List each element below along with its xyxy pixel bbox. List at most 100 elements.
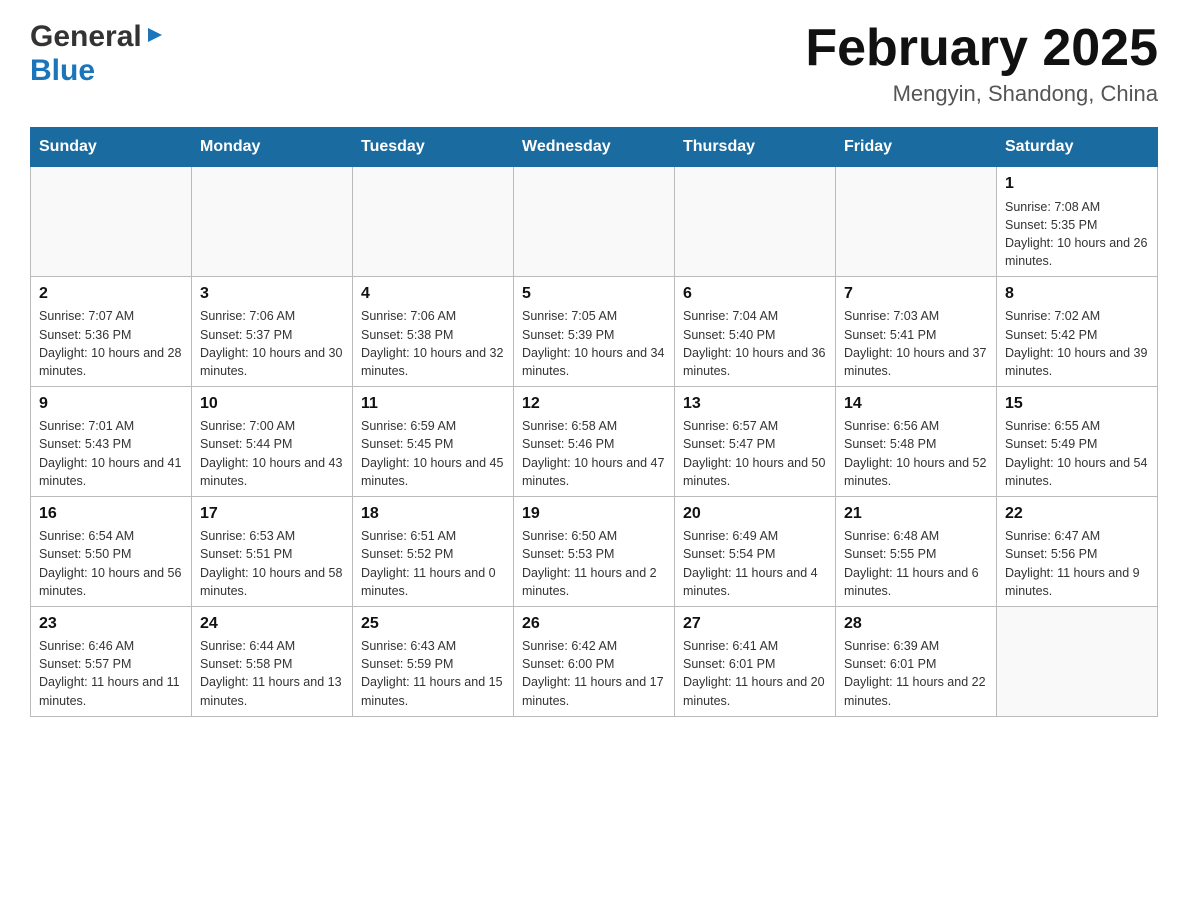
calendar-cell: 19Sunrise: 6:50 AM Sunset: 5:53 PM Dayli… [514, 496, 675, 606]
calendar-cell: 12Sunrise: 6:58 AM Sunset: 5:46 PM Dayli… [514, 386, 675, 496]
calendar-cell: 27Sunrise: 6:41 AM Sunset: 6:01 PM Dayli… [675, 606, 836, 716]
day-number: 13 [683, 393, 827, 415]
day-info: Sunrise: 6:44 AM Sunset: 5:58 PM Dayligh… [200, 637, 344, 710]
calendar-cell: 8Sunrise: 7:02 AM Sunset: 5:42 PM Daylig… [997, 277, 1158, 387]
day-number: 21 [844, 503, 988, 525]
day-info: Sunrise: 7:06 AM Sunset: 5:37 PM Dayligh… [200, 307, 344, 380]
day-info: Sunrise: 6:51 AM Sunset: 5:52 PM Dayligh… [361, 527, 505, 600]
calendar-cell: 6Sunrise: 7:04 AM Sunset: 5:40 PM Daylig… [675, 277, 836, 387]
day-info: Sunrise: 6:49 AM Sunset: 5:54 PM Dayligh… [683, 527, 827, 600]
location-text: Mengyin, Shandong, China [805, 81, 1158, 107]
calendar-cell [353, 167, 514, 277]
calendar-week-row: 1 Sunrise: 7:08 AM Sunset: 5:35 PM Daylig… [31, 167, 1158, 277]
calendar-cell: 2Sunrise: 7:07 AM Sunset: 5:36 PM Daylig… [31, 277, 192, 387]
calendar-cell: 26Sunrise: 6:42 AM Sunset: 6:00 PM Dayli… [514, 606, 675, 716]
day-info: Sunrise: 6:54 AM Sunset: 5:50 PM Dayligh… [39, 527, 183, 600]
day-info: Sunrise: 6:50 AM Sunset: 5:53 PM Dayligh… [522, 527, 666, 600]
calendar-cell: 10Sunrise: 7:00 AM Sunset: 5:44 PM Dayli… [192, 386, 353, 496]
day-info: Sunrise: 7:03 AM Sunset: 5:41 PM Dayligh… [844, 307, 988, 380]
day-number: 2 [39, 283, 183, 305]
day-info: Sunrise: 7:01 AM Sunset: 5:43 PM Dayligh… [39, 417, 183, 490]
day-info: Sunrise: 6:53 AM Sunset: 5:51 PM Dayligh… [200, 527, 344, 600]
day-info: Sunrise: 7:04 AM Sunset: 5:40 PM Dayligh… [683, 307, 827, 380]
day-info: Sunrise: 6:57 AM Sunset: 5:47 PM Dayligh… [683, 417, 827, 490]
day-info: Sunrise: 7:05 AM Sunset: 5:39 PM Dayligh… [522, 307, 666, 380]
calendar-cell: 22Sunrise: 6:47 AM Sunset: 5:56 PM Dayli… [997, 496, 1158, 606]
calendar-cell: 24Sunrise: 6:44 AM Sunset: 5:58 PM Dayli… [192, 606, 353, 716]
day-info: Sunrise: 6:43 AM Sunset: 5:59 PM Dayligh… [361, 637, 505, 710]
day-info: Sunrise: 6:55 AM Sunset: 5:49 PM Dayligh… [1005, 417, 1149, 490]
day-header-friday: Friday [836, 128, 997, 167]
day-number: 28 [844, 613, 988, 635]
day-info: Sunrise: 6:56 AM Sunset: 5:48 PM Dayligh… [844, 417, 988, 490]
calendar-cell: 16Sunrise: 6:54 AM Sunset: 5:50 PM Dayli… [31, 496, 192, 606]
calendar-cell [675, 167, 836, 277]
calendar-cell: 23Sunrise: 6:46 AM Sunset: 5:57 PM Dayli… [31, 606, 192, 716]
day-number: 10 [200, 393, 344, 415]
day-number: 7 [844, 283, 988, 305]
day-number: 16 [39, 503, 183, 525]
calendar-cell: 15Sunrise: 6:55 AM Sunset: 5:49 PM Dayli… [997, 386, 1158, 496]
day-number: 15 [1005, 393, 1149, 415]
day-header-wednesday: Wednesday [514, 128, 675, 167]
day-info: Sunrise: 6:41 AM Sunset: 6:01 PM Dayligh… [683, 637, 827, 710]
day-number: 8 [1005, 283, 1149, 305]
calendar-body: 1 Sunrise: 7:08 AM Sunset: 5:35 PM Daylig… [31, 167, 1158, 716]
day-number: 11 [361, 393, 505, 415]
day-number: 5 [522, 283, 666, 305]
calendar-cell: 4Sunrise: 7:06 AM Sunset: 5:38 PM Daylig… [353, 277, 514, 387]
calendar-cell: 13Sunrise: 6:57 AM Sunset: 5:47 PM Dayli… [675, 386, 836, 496]
day-headers-row: SundayMondayTuesdayWednesdayThursdayFrid… [31, 128, 1158, 167]
day-header-saturday: Saturday [997, 128, 1158, 167]
day-info: Sunrise: 7:02 AM Sunset: 5:42 PM Dayligh… [1005, 307, 1149, 380]
day-info: Sunrise: 7:08 AM Sunset: 5:35 PM Dayligh… [1005, 198, 1149, 271]
calendar-week-row: 16Sunrise: 6:54 AM Sunset: 5:50 PM Dayli… [31, 496, 1158, 606]
day-info: Sunrise: 6:58 AM Sunset: 5:46 PM Dayligh… [522, 417, 666, 490]
day-header-sunday: Sunday [31, 128, 192, 167]
calendar-cell: 20Sunrise: 6:49 AM Sunset: 5:54 PM Dayli… [675, 496, 836, 606]
logo-triangle-icon [144, 24, 166, 51]
calendar-table: SundayMondayTuesdayWednesdayThursdayFrid… [30, 127, 1158, 716]
day-number: 27 [683, 613, 827, 635]
calendar-cell: 3Sunrise: 7:06 AM Sunset: 5:37 PM Daylig… [192, 277, 353, 387]
calendar-cell: 14Sunrise: 6:56 AM Sunset: 5:48 PM Dayli… [836, 386, 997, 496]
calendar-week-row: 2Sunrise: 7:07 AM Sunset: 5:36 PM Daylig… [31, 277, 1158, 387]
day-number: 22 [1005, 503, 1149, 525]
day-number: 14 [844, 393, 988, 415]
calendar-cell: 9Sunrise: 7:01 AM Sunset: 5:43 PM Daylig… [31, 386, 192, 496]
day-number: 17 [200, 503, 344, 525]
day-number: 25 [361, 613, 505, 635]
calendar-cell: 18Sunrise: 6:51 AM Sunset: 5:52 PM Dayli… [353, 496, 514, 606]
calendar-header: SundayMondayTuesdayWednesdayThursdayFrid… [31, 128, 1158, 167]
calendar-cell: 7Sunrise: 7:03 AM Sunset: 5:41 PM Daylig… [836, 277, 997, 387]
calendar-cell: 25Sunrise: 6:43 AM Sunset: 5:59 PM Dayli… [353, 606, 514, 716]
day-number: 24 [200, 613, 344, 635]
calendar-week-row: 9Sunrise: 7:01 AM Sunset: 5:43 PM Daylig… [31, 386, 1158, 496]
day-number: 20 [683, 503, 827, 525]
day-info: Sunrise: 7:07 AM Sunset: 5:36 PM Dayligh… [39, 307, 183, 380]
calendar-cell: 5Sunrise: 7:05 AM Sunset: 5:39 PM Daylig… [514, 277, 675, 387]
calendar-week-row: 23Sunrise: 6:46 AM Sunset: 5:57 PM Dayli… [31, 606, 1158, 716]
day-number: 18 [361, 503, 505, 525]
calendar-cell [514, 167, 675, 277]
day-info: Sunrise: 6:48 AM Sunset: 5:55 PM Dayligh… [844, 527, 988, 600]
logo-general-text: General [30, 20, 142, 54]
logo: General Blue [30, 20, 166, 88]
day-number: 4 [361, 283, 505, 305]
day-info: Sunrise: 6:46 AM Sunset: 5:57 PM Dayligh… [39, 637, 183, 710]
day-number: 1 [1005, 173, 1149, 195]
calendar-cell [836, 167, 997, 277]
day-info: Sunrise: 7:00 AM Sunset: 5:44 PM Dayligh… [200, 417, 344, 490]
day-header-tuesday: Tuesday [353, 128, 514, 167]
calendar-cell: 28Sunrise: 6:39 AM Sunset: 6:01 PM Dayli… [836, 606, 997, 716]
calendar-cell: 21Sunrise: 6:48 AM Sunset: 5:55 PM Dayli… [836, 496, 997, 606]
day-number: 23 [39, 613, 183, 635]
logo-blue-text: Blue [30, 54, 95, 87]
calendar-cell [31, 167, 192, 277]
day-number: 12 [522, 393, 666, 415]
day-number: 9 [39, 393, 183, 415]
calendar-cell: 11Sunrise: 6:59 AM Sunset: 5:45 PM Dayli… [353, 386, 514, 496]
day-info: Sunrise: 7:06 AM Sunset: 5:38 PM Dayligh… [361, 307, 505, 380]
month-title: February 2025 [805, 20, 1158, 77]
day-header-thursday: Thursday [675, 128, 836, 167]
